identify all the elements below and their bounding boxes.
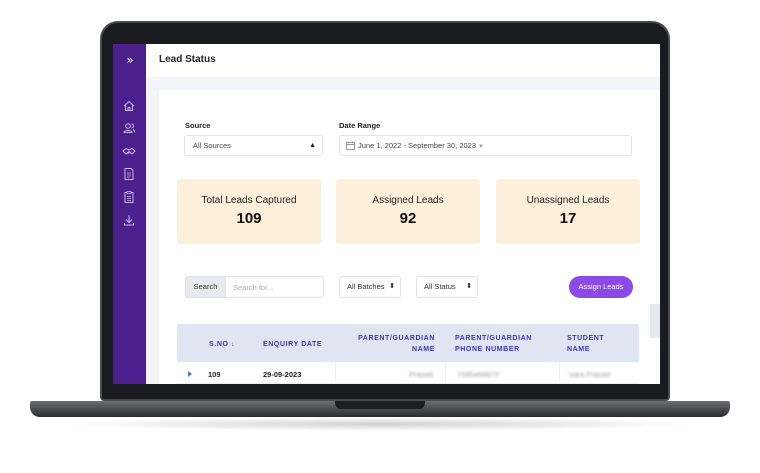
source-label: Source	[185, 121, 211, 130]
col-enquiry-date[interactable]: ENQUIRY DATE	[263, 339, 322, 350]
download-icon[interactable]	[121, 212, 137, 228]
select-arrows-icon: ▲︎	[309, 142, 316, 149]
col-sno[interactable]: S.NO ↓	[209, 339, 235, 350]
sidebar-expand-icon[interactable]: »	[122, 53, 138, 67]
search-input[interactable]	[226, 276, 324, 298]
horizontal-scroll-handle[interactable]	[650, 304, 660, 338]
expand-row-icon[interactable]	[188, 371, 192, 377]
batch-select[interactable]: All Batches ⬍	[339, 276, 401, 298]
date-range-label: Date Range	[339, 121, 381, 130]
stat-assigned-leads: Assigned Leads 92	[336, 179, 480, 244]
page-title: Lead Status	[159, 54, 216, 65]
users-icon[interactable]	[121, 120, 137, 136]
chevron-down-icon: ▼	[478, 144, 484, 150]
leads-table-header: S.NO ↓ ENQUIRY DATE PARENT/GUARDIAN NAME…	[177, 324, 639, 362]
calendar-icon	[346, 141, 355, 150]
laptop-shadow	[60, 417, 700, 431]
search-button[interactable]: Search	[185, 276, 226, 298]
select-arrows-icon: ⬍	[464, 277, 472, 297]
stat-total-leads: Total Leads Captured 109	[177, 179, 321, 244]
top-header: Lead Status	[146, 44, 660, 77]
sort-down-icon[interactable]: ↓	[231, 341, 235, 348]
document-icon[interactable]	[121, 166, 137, 182]
date-range-picker[interactable]: June 1, 2022 - September 30, 2023 ▼	[339, 135, 632, 156]
source-select[interactable]: All Sources ▲︎	[184, 135, 323, 156]
clipboard-icon[interactable]	[121, 189, 137, 205]
laptop-notch	[335, 401, 425, 409]
sidebar: »	[113, 44, 146, 384]
col-student-name[interactable]: STUDENT NAME	[567, 333, 604, 355]
col-parent-phone[interactable]: PARENT/GUARDIAN PHONE NUMBER	[455, 333, 532, 355]
col-parent-name[interactable]: PARENT/GUARDIAN NAME	[353, 333, 435, 355]
stat-unassigned-leads: Unassigned Leads 17	[496, 179, 640, 244]
table-row[interactable]: 109 29-09-2023 Prasad 7585464673 Vara Pr…	[177, 362, 639, 384]
app-screen: » Lead Status Source All Sources ▲︎ Date…	[113, 44, 660, 384]
select-arrows-icon: ⬍	[387, 277, 395, 297]
handshake-icon[interactable]	[121, 143, 137, 159]
assign-leads-button[interactable]: Assign Leads	[569, 276, 633, 298]
home-icon[interactable]	[121, 98, 137, 114]
laptop-mockup: » Lead Status Source All Sources ▲︎ Date…	[0, 0, 760, 473]
status-select[interactable]: All Status ⬍	[416, 276, 478, 298]
